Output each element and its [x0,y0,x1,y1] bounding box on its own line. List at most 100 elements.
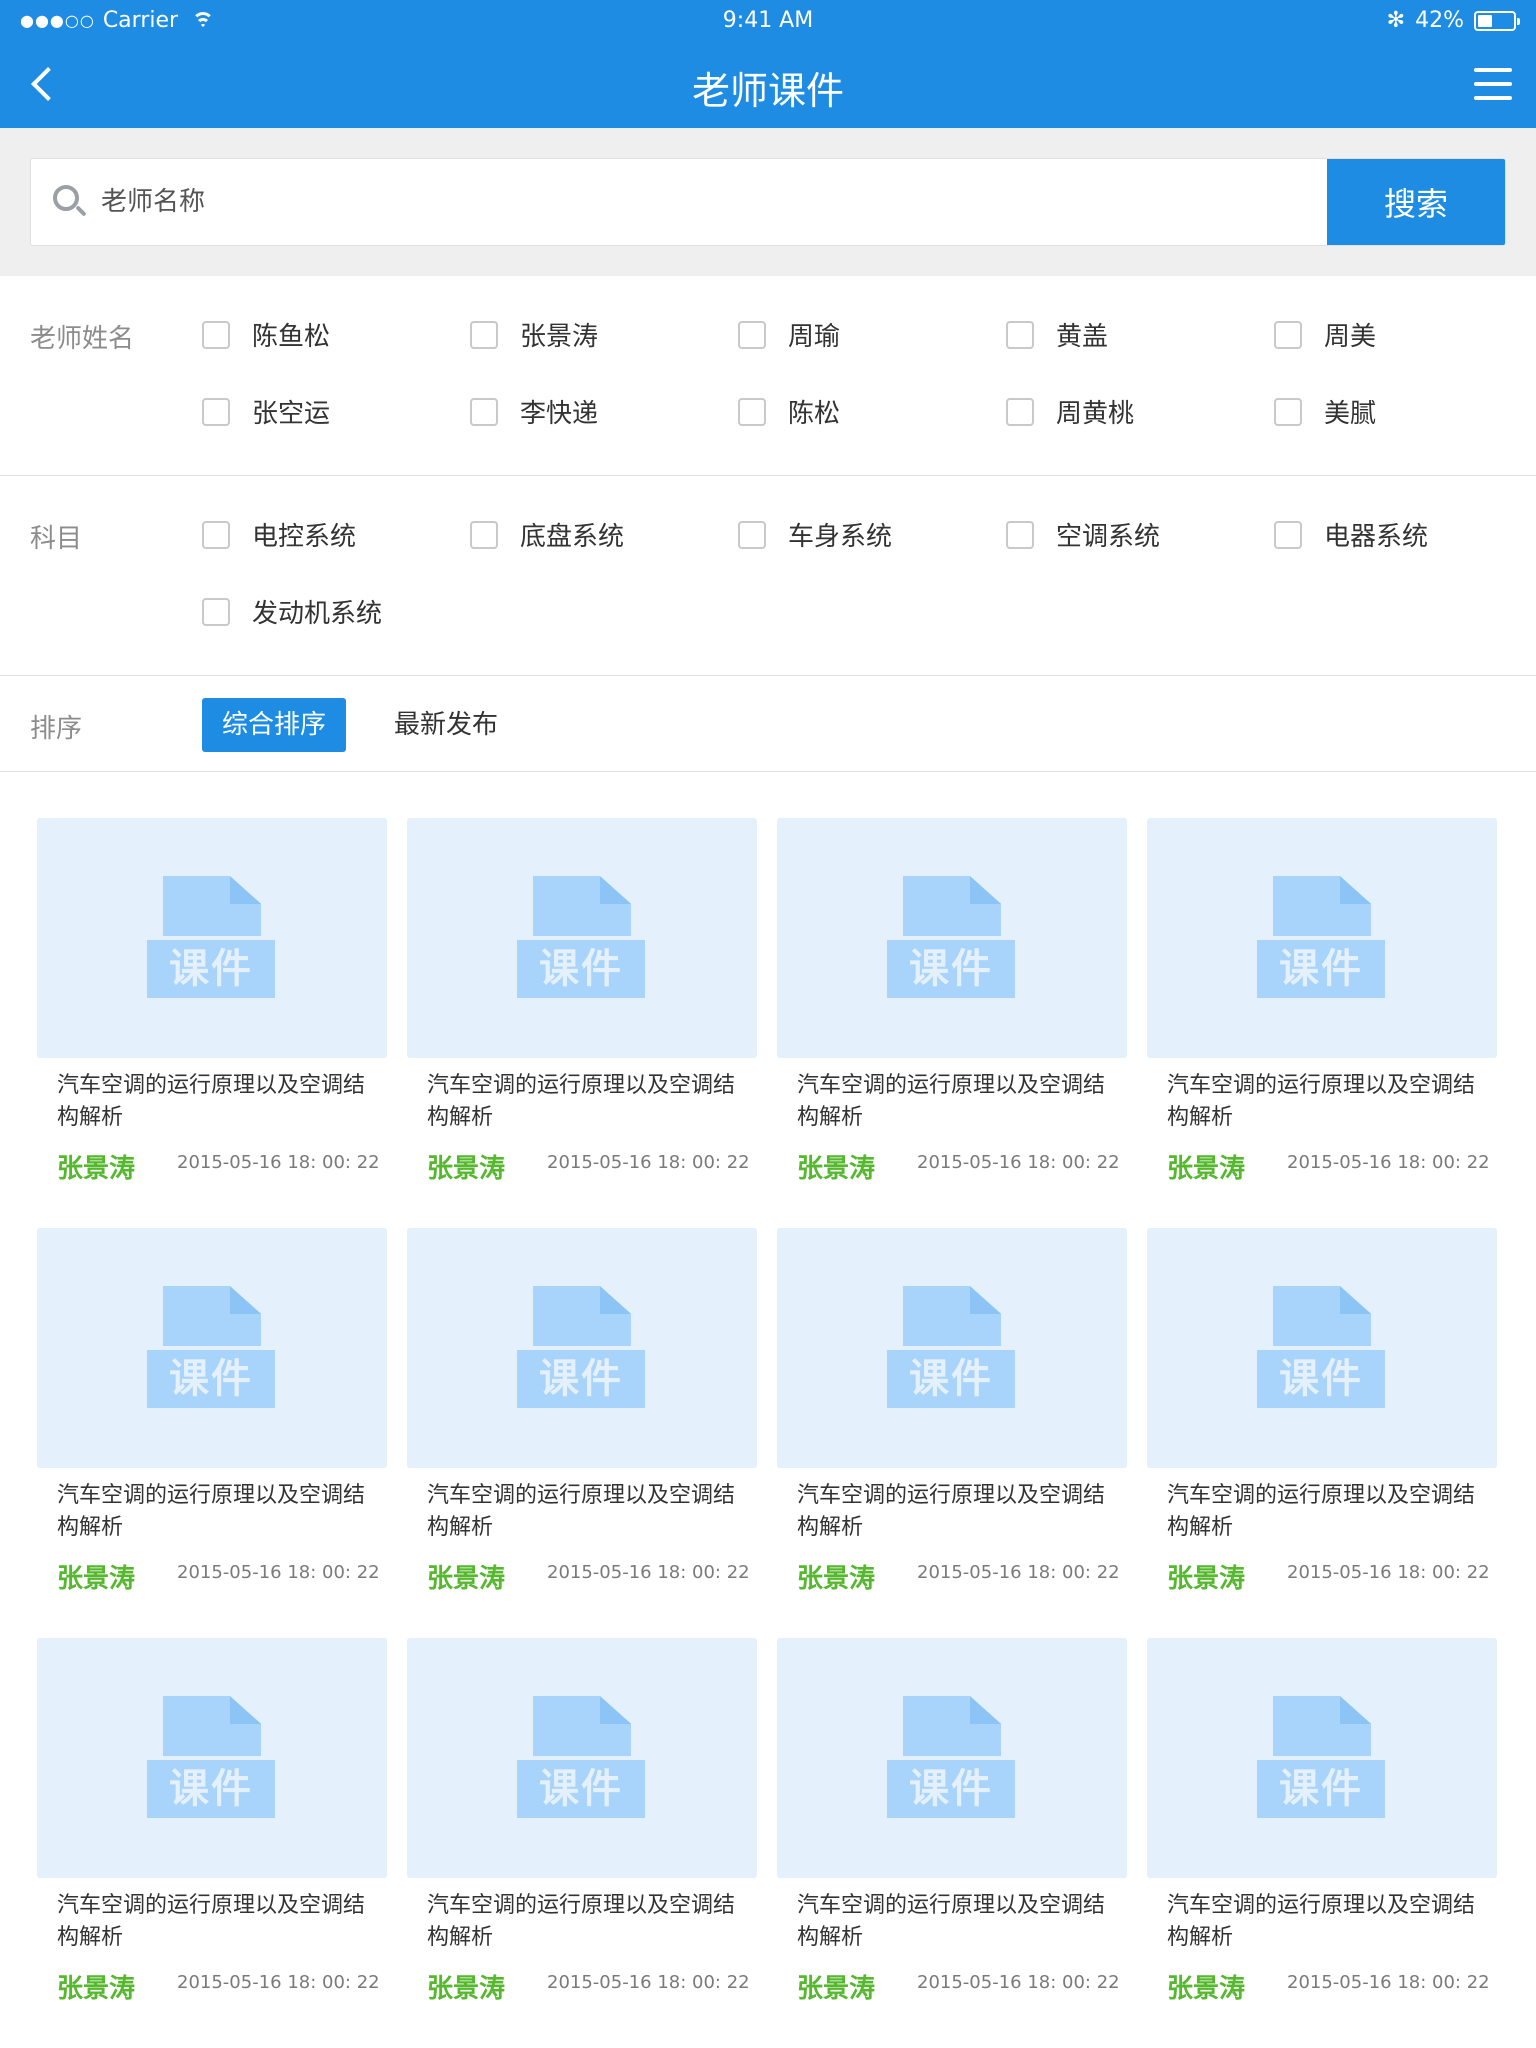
card-date: 2015-05-16 18: 00: 22 [177,1972,380,1993]
checkbox[interactable] [202,520,230,549]
top-bar: ●●●○○ Carrier 9:41 AM ✻ 42% 老师课件 [0,0,1536,128]
card-author[interactable]: 张景涛 [57,1558,135,1595]
courseware-card[interactable]: 课件 汽车空调的运行原理以及空调结构解析 张景涛 2015-05-16 18: … [37,818,387,1208]
checkbox[interactable] [1006,520,1034,549]
courseware-card[interactable]: 课件 汽车空调的运行原理以及空调结构解析 张景涛 2015-05-16 18: … [37,1638,387,2028]
teacher-option[interactable]: 美腻 [1274,393,1376,430]
card-date: 2015-05-16 18: 00: 22 [1287,1152,1490,1173]
checkbox[interactable] [470,520,498,549]
courseware-card[interactable]: 课件 汽车空调的运行原理以及空调结构解析 张景涛 2015-05-16 18: … [1147,1228,1497,1618]
courseware-thumbnail: 课件 [37,1228,387,1468]
subject-option[interactable]: 发动机系统 [202,593,382,630]
teacher-option[interactable]: 张空运 [202,393,330,430]
document-icon: 课件 [1257,876,1389,998]
card-date: 2015-05-16 18: 00: 22 [917,1152,1120,1173]
courseware-thumbnail: 课件 [37,1638,387,1878]
checkbox[interactable] [470,320,498,349]
subject-filter-label: 科目 [30,524,83,554]
card-date: 2015-05-16 18: 00: 22 [917,1562,1120,1583]
checkbox[interactable] [202,597,230,626]
checkbox[interactable] [470,397,498,426]
subject-option[interactable]: 电器系统 [1274,516,1428,553]
courseware-thumbnail: 课件 [1147,1638,1497,1878]
card-author[interactable]: 张景涛 [797,1968,875,2005]
card-title: 汽车空调的运行原理以及空调结构解析 [427,1483,736,1540]
courseware-thumbnail: 课件 [1147,818,1497,1058]
card-author[interactable]: 张景涛 [57,1968,135,2005]
document-icon: 课件 [147,1286,279,1408]
battery-icon [1474,10,1520,31]
courseware-thumbnail: 课件 [37,818,387,1058]
checkbox[interactable] [1274,520,1302,549]
teacher-option[interactable]: 张景涛 [470,316,598,353]
courseware-thumbnail: 课件 [777,1638,1127,1878]
sort-bar: 排序 综合排序 最新发布 [0,676,1536,772]
checkbox[interactable] [1006,397,1034,426]
card-date: 2015-05-16 18: 00: 22 [917,1972,1120,1993]
courseware-card[interactable]: 课件 汽车空调的运行原理以及空调结构解析 张景涛 2015-05-16 18: … [407,818,757,1208]
teacher-option[interactable]: 陈鱼松 [202,316,330,353]
checkbox[interactable] [1274,320,1302,349]
courseware-card[interactable]: 课件 汽车空调的运行原理以及空调结构解析 张景涛 2015-05-16 18: … [1147,1638,1497,2028]
checkbox[interactable] [738,320,766,349]
sort-latest-tab[interactable]: 最新发布 [394,698,498,752]
teacher-filter-label: 老师姓名 [30,324,135,354]
card-title: 汽车空调的运行原理以及空调结构解析 [57,1073,366,1130]
checkbox[interactable] [738,520,766,549]
courseware-card[interactable]: 课件 汽车空调的运行原理以及空调结构解析 张景涛 2015-05-16 18: … [777,1638,1127,2028]
sort-comprehensive-tab[interactable]: 综合排序 [202,698,346,752]
subject-option[interactable]: 电控系统 [202,516,356,553]
card-title: 汽车空调的运行原理以及空调结构解析 [797,1893,1106,1950]
courseware-card[interactable]: 课件 汽车空调的运行原理以及空调结构解析 张景涛 2015-05-16 18: … [1147,818,1497,1208]
status-time: 9:41 AM [722,8,814,33]
card-author[interactable]: 张景涛 [1167,1148,1245,1185]
subject-option[interactable]: 车身系统 [738,516,892,553]
card-date: 2015-05-16 18: 00: 22 [547,1152,750,1173]
teacher-option[interactable]: 陈松 [738,393,840,430]
page-title: 老师课件 [691,69,844,113]
checkbox[interactable] [738,397,766,426]
courseware-card[interactable]: 课件 汽车空调的运行原理以及空调结构解析 张景涛 2015-05-16 18: … [407,1228,757,1618]
subject-option[interactable]: 空调系统 [1006,516,1160,553]
subject-option[interactable]: 底盘系统 [470,516,624,553]
card-author[interactable]: 张景涛 [797,1148,875,1185]
search-button[interactable]: 搜索 [1327,159,1505,245]
checkbox[interactable] [202,397,230,426]
nav-bar: 老师课件 [0,42,1536,128]
card-title: 汽车空调的运行原理以及空调结构解析 [57,1483,366,1540]
courseware-card[interactable]: 课件 汽车空调的运行原理以及空调结构解析 张景涛 2015-05-16 18: … [777,818,1127,1208]
card-author[interactable]: 张景涛 [427,1558,505,1595]
card-date: 2015-05-16 18: 00: 22 [177,1562,380,1583]
courseware-card[interactable]: 课件 汽车空调的运行原理以及空调结构解析 张景涛 2015-05-16 18: … [777,1228,1127,1618]
courseware-card[interactable]: 课件 汽车空调的运行原理以及空调结构解析 张景涛 2015-05-16 18: … [37,1228,387,1618]
card-title: 汽车空调的运行原理以及空调结构解析 [1167,1893,1476,1950]
card-author[interactable]: 张景涛 [1167,1558,1245,1595]
checkbox[interactable] [1274,397,1302,426]
card-author[interactable]: 张景涛 [57,1148,135,1185]
document-icon: 课件 [887,876,1019,998]
search-input[interactable] [101,159,1331,245]
card-author[interactable]: 张景涛 [797,1558,875,1595]
card-author[interactable]: 张景涛 [427,1968,505,2005]
teacher-option[interactable]: 黄盖 [1006,316,1108,353]
card-title: 汽车空调的运行原理以及空调结构解析 [427,1073,736,1130]
document-icon: 课件 [147,1696,279,1818]
checkbox[interactable] [202,320,230,349]
card-title: 汽车空调的运行原理以及空调结构解析 [1167,1073,1476,1130]
teacher-option[interactable]: 周黄桃 [1006,393,1134,430]
courseware-card[interactable]: 课件 汽车空调的运行原理以及空调结构解析 张景涛 2015-05-16 18: … [407,1638,757,2028]
card-author[interactable]: 张景涛 [427,1148,505,1185]
menu-icon[interactable] [1474,66,1512,102]
courseware-thumbnail: 课件 [407,1638,757,1878]
teacher-option[interactable]: 李快递 [470,393,598,430]
search-area: 搜索 [0,128,1536,276]
document-icon: 课件 [517,876,649,998]
teacher-option[interactable]: 周瑜 [738,316,840,353]
card-author[interactable]: 张景涛 [1167,1968,1245,2005]
document-icon: 课件 [517,1696,649,1818]
battery-percent: 42% [1415,8,1464,33]
courseware-thumbnail: 课件 [1147,1228,1497,1468]
document-icon: 课件 [887,1696,1019,1818]
teacher-option[interactable]: 周美 [1274,316,1376,353]
checkbox[interactable] [1006,320,1034,349]
